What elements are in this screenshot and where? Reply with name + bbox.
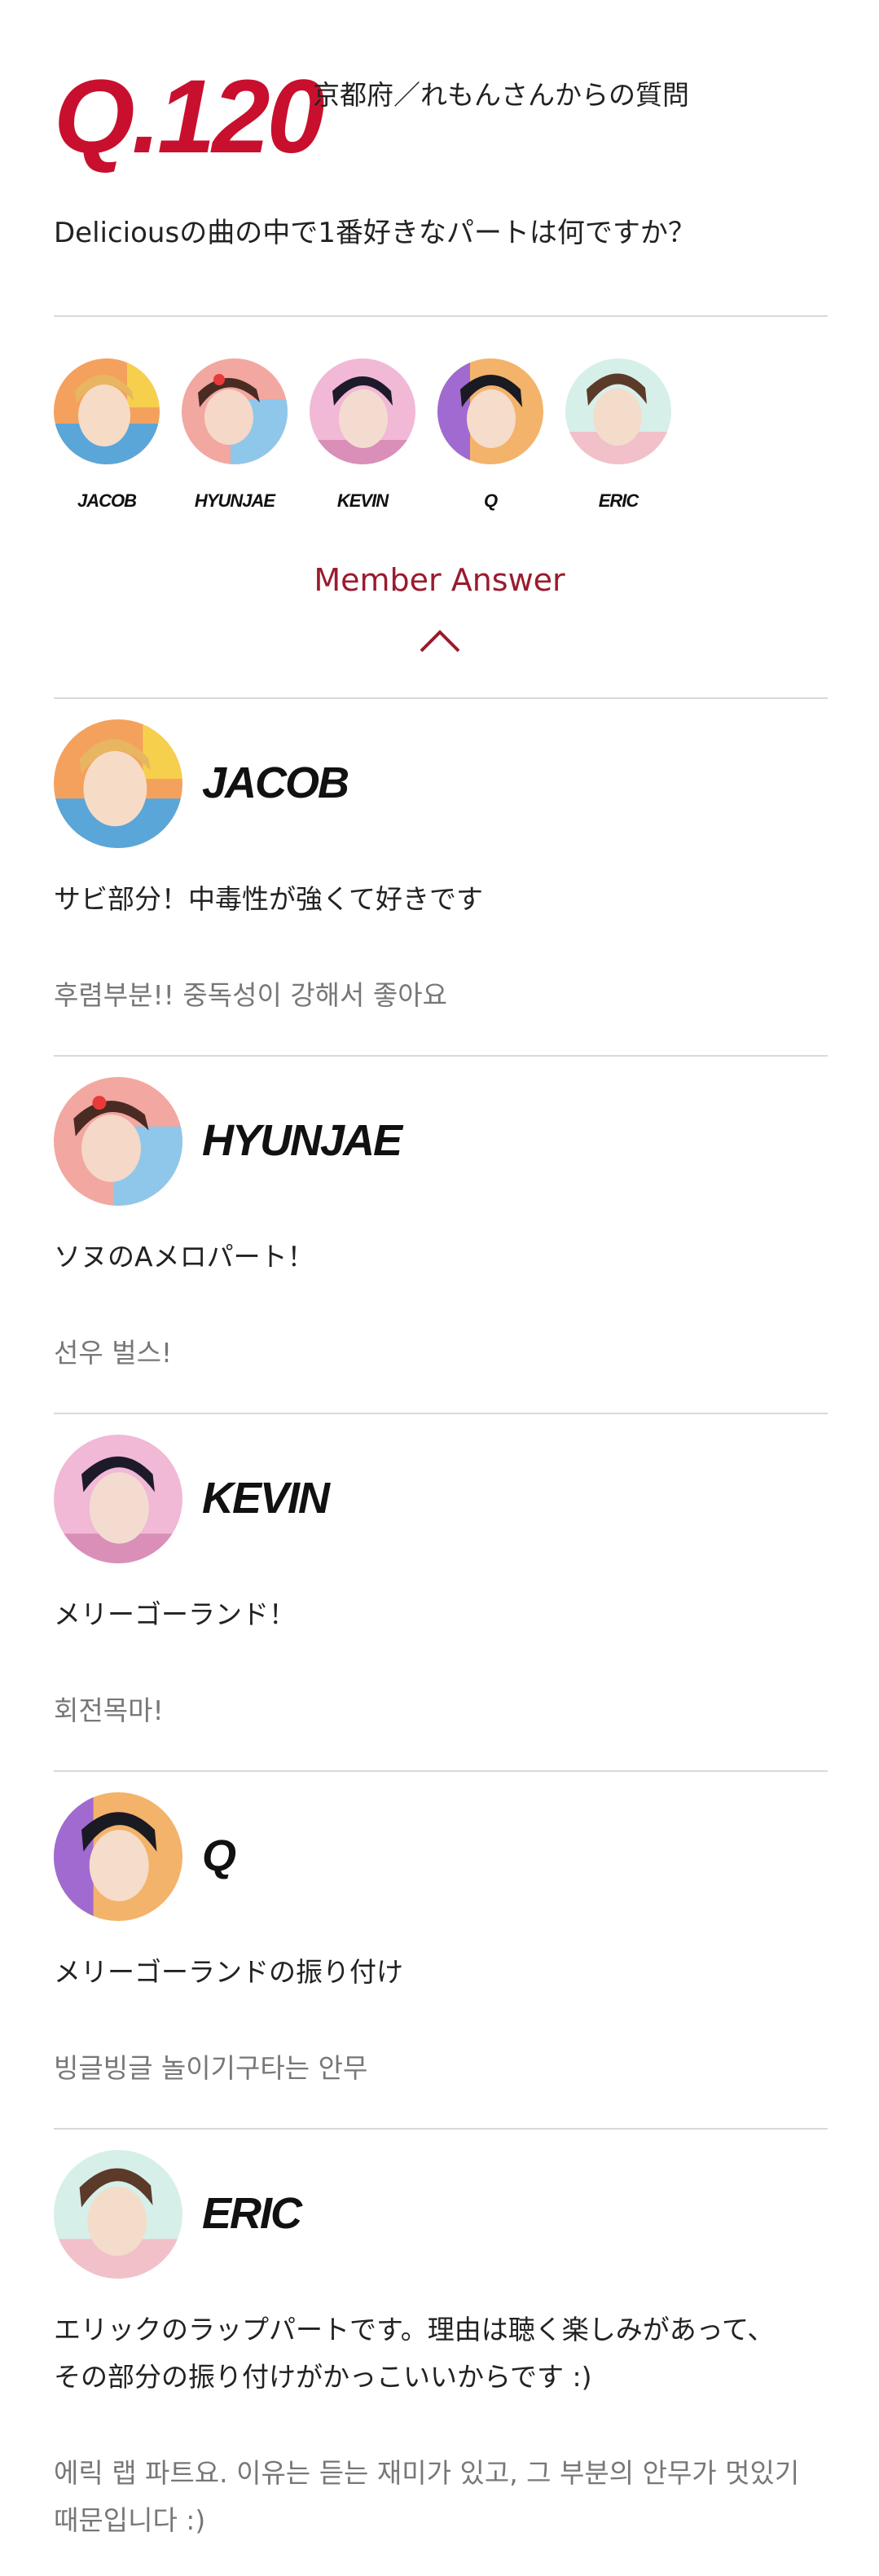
avatar bbox=[54, 1077, 182, 1206]
member-answer-heading: Member Answer bbox=[314, 562, 565, 598]
answer-japanese-line: エリックのラップパートです。理由は聴く楽しみがあって、 bbox=[54, 2314, 775, 2345]
avatar bbox=[54, 719, 182, 848]
answer-hyunjae: HYUNJAE ソヌのAメロパート！ 선우 벌스! bbox=[54, 1077, 828, 1369]
answer-korean-line: 때문입니다 :) bbox=[54, 2504, 206, 2536]
answer-japanese: サビ部分！中毒性が強くて好きです bbox=[54, 883, 484, 915]
answer-japanese: メリーゴーランド！ bbox=[54, 1598, 296, 1630]
avatar bbox=[54, 1435, 182, 1563]
member-name: KEVIN bbox=[202, 1474, 330, 1523]
answer-japanese-line: その部分の振り付けがかっこいいからです :) bbox=[54, 2361, 592, 2393]
member-thumb-name: ERIC bbox=[598, 490, 639, 511]
avatar bbox=[565, 358, 671, 464]
avatar bbox=[182, 358, 288, 464]
avatar bbox=[437, 358, 543, 464]
answer-korean: 회전목마! bbox=[54, 1695, 164, 1726]
avatar bbox=[54, 1792, 182, 1921]
member-thumb-eric[interactable]: ERIC bbox=[565, 358, 671, 512]
question-source: 京都府／れもんさんからの質問 bbox=[313, 79, 689, 111]
member-strip: JACOB HYUNJAE KEVIN Q ERIC bbox=[54, 358, 787, 521]
member-thumb-name: JACOB bbox=[77, 490, 137, 511]
answer-kevin: KEVIN メリーゴーランド！ 회전목마! bbox=[54, 1435, 828, 1726]
divider bbox=[54, 2128, 828, 2130]
answer-korean: 후렴부분!! 중독성이 강해서 좋아요 bbox=[54, 979, 447, 1011]
answer-korean: 빙글빙글 놀이기구타는 안무 bbox=[54, 2052, 368, 2084]
answer-korean-line: 에릭 랩 파트요. 이유는 듣는 재미가 있고, 그 부분의 안무가 멋있기 bbox=[54, 2457, 800, 2489]
member-thumb-kevin[interactable]: KEVIN bbox=[310, 358, 415, 512]
question-text: Deliciousの曲の中で1番好きなパートは何ですか？ bbox=[54, 217, 696, 249]
answer-japanese: ソヌのAメロパート！ bbox=[54, 1241, 314, 1273]
answer-jacob: JACOB サビ部分！中毒性が強くて好きです 후렴부분!! 중독성이 강해서 좋… bbox=[54, 719, 828, 1011]
answer-korean: 에릭 랩 파트요. 이유는 듣는 재미가 있고, 그 부분의 안무가 멋있기 때… bbox=[54, 2450, 828, 2544]
answer-eric: ERIC エリックのラップパートです。理由は聴く楽しみがあって、 その部分の振り… bbox=[54, 2150, 828, 2557]
member-thumb-hyunjae[interactable]: HYUNJAE bbox=[182, 358, 288, 512]
member-thumb-q[interactable]: Q bbox=[437, 358, 543, 512]
avatar bbox=[310, 358, 415, 464]
qa-page: Q.120 京都府／れもんさんからの質問 Deliciousの曲の中で1番好きな… bbox=[0, 0, 879, 2576]
avatar bbox=[54, 358, 160, 464]
avatar bbox=[54, 2150, 182, 2279]
member-name: JACOB bbox=[202, 758, 349, 807]
divider bbox=[54, 1770, 828, 1772]
member-thumb-jacob[interactable]: JACOB bbox=[54, 358, 160, 512]
divider bbox=[54, 1413, 828, 1414]
member-thumb-name: KEVIN bbox=[336, 490, 389, 511]
member-thumb-name: Q bbox=[483, 490, 498, 511]
answer-japanese: メリーゴーランドの振り付け bbox=[54, 1956, 403, 1988]
answer-q: Q メリーゴーランドの振り付け 빙글빙글 놀이기구타는 안무 bbox=[54, 1792, 828, 2084]
divider bbox=[54, 315, 828, 317]
answer-korean: 선우 벌스! bbox=[54, 1337, 173, 1369]
member-name: ERIC bbox=[202, 2189, 302, 2238]
member-name: Q bbox=[202, 1831, 236, 1880]
question-header: Q.120 京都府／れもんさんからの質問 bbox=[54, 65, 836, 179]
divider bbox=[54, 1055, 828, 1057]
answer-japanese: エリックのラップパートです。理由は聴く楽しみがあって、 その部分の振り付けがかっ… bbox=[54, 2306, 828, 2401]
divider bbox=[54, 697, 828, 699]
chevron-up-icon[interactable] bbox=[419, 629, 461, 653]
member-thumb-name: HYUNJAE bbox=[194, 490, 275, 511]
member-name: HYUNJAE bbox=[202, 1116, 402, 1165]
question-number: Q.120 bbox=[54, 59, 325, 175]
